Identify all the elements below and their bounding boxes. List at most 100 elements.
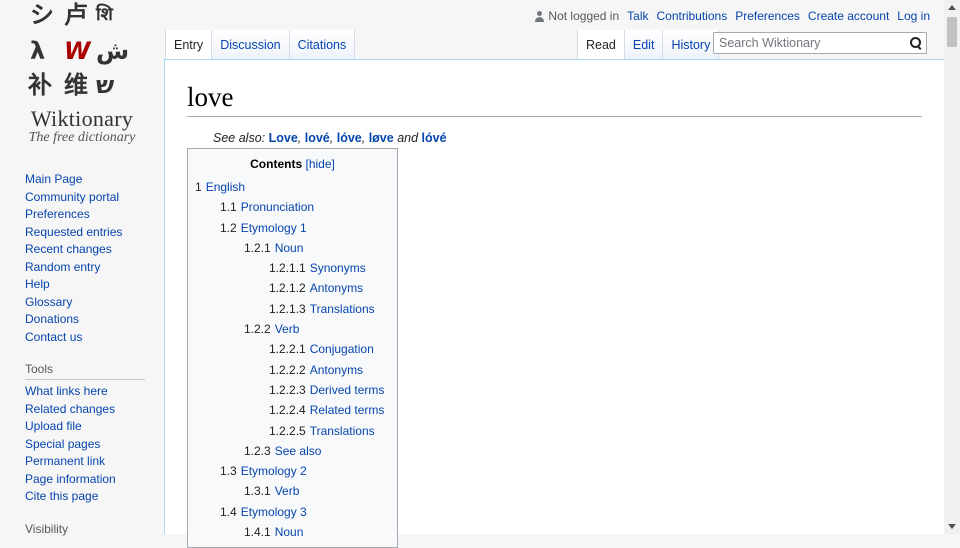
search-icon[interactable] [904, 33, 926, 53]
toc-item-number: 1.2.2.5 [269, 423, 306, 438]
sidebar-item-recent-changes[interactable]: Recent changes [25, 242, 112, 256]
see-also-link[interactable]: Love [269, 131, 298, 145]
sidebar-item-what-links-here[interactable]: What links here [25, 384, 108, 398]
tab-history-label[interactable]: History [671, 38, 710, 52]
log-in-link[interactable]: Log in [897, 9, 930, 23]
logo-glyph: λ [30, 37, 46, 65]
search-box [713, 32, 927, 54]
toc-item[interactable]: 1.2.2.2 Antonyms [195, 360, 390, 380]
namespace-tabs: Entry Discussion Citations [165, 30, 356, 60]
toc-item-number: 1.2.1.2 [269, 281, 306, 296]
sidebar-item-help[interactable]: Help [25, 277, 50, 291]
see-also-link[interactable]: løve [369, 131, 394, 145]
toc-item[interactable]: 1.4.1 Noun [195, 522, 390, 542]
toc-item[interactable]: 1.2.3 See also [195, 441, 390, 461]
toc-item-link[interactable]: 1.2.1.1 Synonyms [269, 261, 366, 275]
toc-item-number: 1.2 [220, 220, 237, 235]
tab-edit-label[interactable]: Edit [633, 38, 655, 52]
toc-item[interactable]: 1.2.1.3 Translations [195, 299, 390, 319]
page-scrollbar[interactable] [944, 0, 960, 534]
logo-glyph: ש [96, 71, 115, 99]
scroll-down-arrow-icon[interactable] [948, 524, 956, 529]
toc-item-number: 1.2.2.2 [269, 362, 306, 377]
logo-wordmark: Wiktionary [30, 106, 134, 131]
talk-link[interactable]: Talk [627, 9, 648, 23]
sidebar-item-glossary[interactable]: Glossary [25, 295, 72, 309]
tab-citations-label[interactable]: Citations [298, 38, 347, 52]
site-logo[interactable]: シ 卢 शि λ W ش 补 维 ש Wiktionary The free d… [0, 0, 164, 160]
tab-discussion[interactable]: Discussion [212, 30, 290, 60]
tab-citations[interactable]: Citations [289, 30, 356, 60]
toc-item-link[interactable]: 1.2.2.5 Translations [269, 424, 375, 438]
toc-item[interactable]: 1 English [195, 177, 390, 197]
tab-edit[interactable]: Edit [624, 30, 664, 60]
sidebar-item-upload-file[interactable]: Upload file [25, 419, 82, 433]
toc-item-link[interactable]: 1.2.2.3 Derived terms [269, 383, 384, 397]
toc-item-link[interactable]: 1.2.2.4 Related terms [269, 403, 384, 417]
create-account-link[interactable]: Create account [808, 9, 889, 23]
search-input[interactable] [714, 36, 904, 50]
toc-item-link[interactable]: 1.2.2.1 Conjugation [269, 342, 374, 356]
tab-discussion-label[interactable]: Discussion [220, 38, 280, 52]
toc-item[interactable]: 1.2.1.1 Synonyms [195, 258, 390, 278]
tab-history[interactable]: History [663, 30, 720, 60]
toc-item-link[interactable]: 1.2.1.3 Translations [269, 302, 375, 316]
toc-item[interactable]: 1.2 Etymology 1 [195, 218, 390, 238]
toc-item[interactable]: 1.2.2.3 Derived terms [195, 380, 390, 400]
sidebar-item-preferences[interactable]: Preferences [25, 207, 90, 221]
sidebar-tools-heading[interactable]: Tools [25, 362, 145, 380]
tab-read[interactable]: Read [577, 30, 625, 60]
toc-item-link[interactable]: 1.3.1 Verb [244, 484, 299, 498]
scroll-up-arrow-icon[interactable] [948, 5, 956, 10]
toc-item-link[interactable]: 1.1 Pronunciation [220, 200, 314, 214]
toc-item-link[interactable]: 1.2.1.2 Antonyms [269, 281, 363, 295]
sidebar-item-special-pages[interactable]: Special pages [25, 437, 100, 451]
toc-item[interactable]: 1.2.2.1 Conjugation [195, 339, 390, 359]
preferences-link[interactable]: Preferences [735, 9, 800, 23]
toc-item[interactable]: 1.2.2.5 Translations [195, 421, 390, 441]
sidebar-item-community-portal[interactable]: Community portal [25, 190, 119, 204]
tab-entry[interactable]: Entry [165, 30, 213, 60]
toc-item-link[interactable]: 1 English [195, 180, 245, 194]
toc-item-link[interactable]: 1.2.1 Noun [244, 241, 303, 255]
tab-read-label[interactable]: Read [586, 38, 616, 52]
toc-item-number: 1.2.2.1 [269, 342, 306, 357]
toc-item[interactable]: 1.3.1 Verb [195, 481, 390, 501]
sidebar-tools: Tools What links here Related changes Up… [25, 362, 145, 506]
toc-item-label: See also [274, 443, 322, 458]
tab-entry-label[interactable]: Entry [174, 38, 203, 52]
sidebar-visibility-heading[interactable]: Visibility [25, 522, 145, 539]
sidebar-item-related-changes[interactable]: Related changes [25, 402, 115, 416]
see-also-link[interactable]: lóvé [422, 131, 447, 145]
sidebar-item-main-page[interactable]: Main Page [25, 172, 82, 186]
toc-item-link[interactable]: 1.4 Etymology 3 [220, 505, 307, 519]
toc-item-link[interactable]: 1.2.2 Verb [244, 322, 299, 336]
scroll-thumb[interactable] [947, 17, 957, 47]
see-also-link[interactable]: lóve [337, 131, 362, 145]
sidebar-item-page-information[interactable]: Page information [25, 472, 116, 486]
toc-item[interactable]: 1.2.1 Noun [195, 238, 390, 258]
see-also-link[interactable]: lové [305, 131, 330, 145]
toc-item-link[interactable]: 1.4.1 Noun [244, 525, 303, 539]
toc-item-link[interactable]: 1.2.3 See also [244, 444, 321, 458]
sidebar-item-permanent-link[interactable]: Permanent link [25, 454, 105, 468]
sidebar-item-requested-entries[interactable]: Requested entries [25, 225, 122, 239]
toc-hide-link[interactable]: [hide] [305, 157, 334, 171]
sidebar-item-donations[interactable]: Donations [25, 312, 79, 326]
contributions-link[interactable]: Contributions [656, 9, 727, 23]
toc-list: 1 English 1.1 Pronunciation 1.2 Etymology 1 1.… [195, 177, 390, 542]
toc-item-link[interactable]: 1.2.2.2 Antonyms [269, 363, 363, 377]
sidebar-item-cite-this-page[interactable]: Cite this page [25, 489, 98, 503]
toc-item[interactable]: 1.2.1.2 Antonyms [195, 278, 390, 298]
toc-item[interactable]: 1.2.2.4 Related terms [195, 400, 390, 420]
toc-item[interactable]: 1.1 Pronunciation [195, 197, 390, 217]
toc-item-number: 1.2.1.1 [269, 261, 306, 276]
toc-item-link[interactable]: 1.2 Etymology 1 [220, 221, 307, 235]
toc-title: Contents [hide] [195, 157, 390, 171]
sidebar-item-random-entry[interactable]: Random entry [25, 260, 100, 274]
sidebar-item-contact-us[interactable]: Contact us [25, 330, 82, 344]
toc-item-link[interactable]: 1.3 Etymology 2 [220, 464, 307, 478]
toc-item[interactable]: 1.2.2 Verb [195, 319, 390, 339]
toc-item[interactable]: 1.4 Etymology 3 [195, 502, 390, 522]
toc-item[interactable]: 1.3 Etymology 2 [195, 461, 390, 481]
